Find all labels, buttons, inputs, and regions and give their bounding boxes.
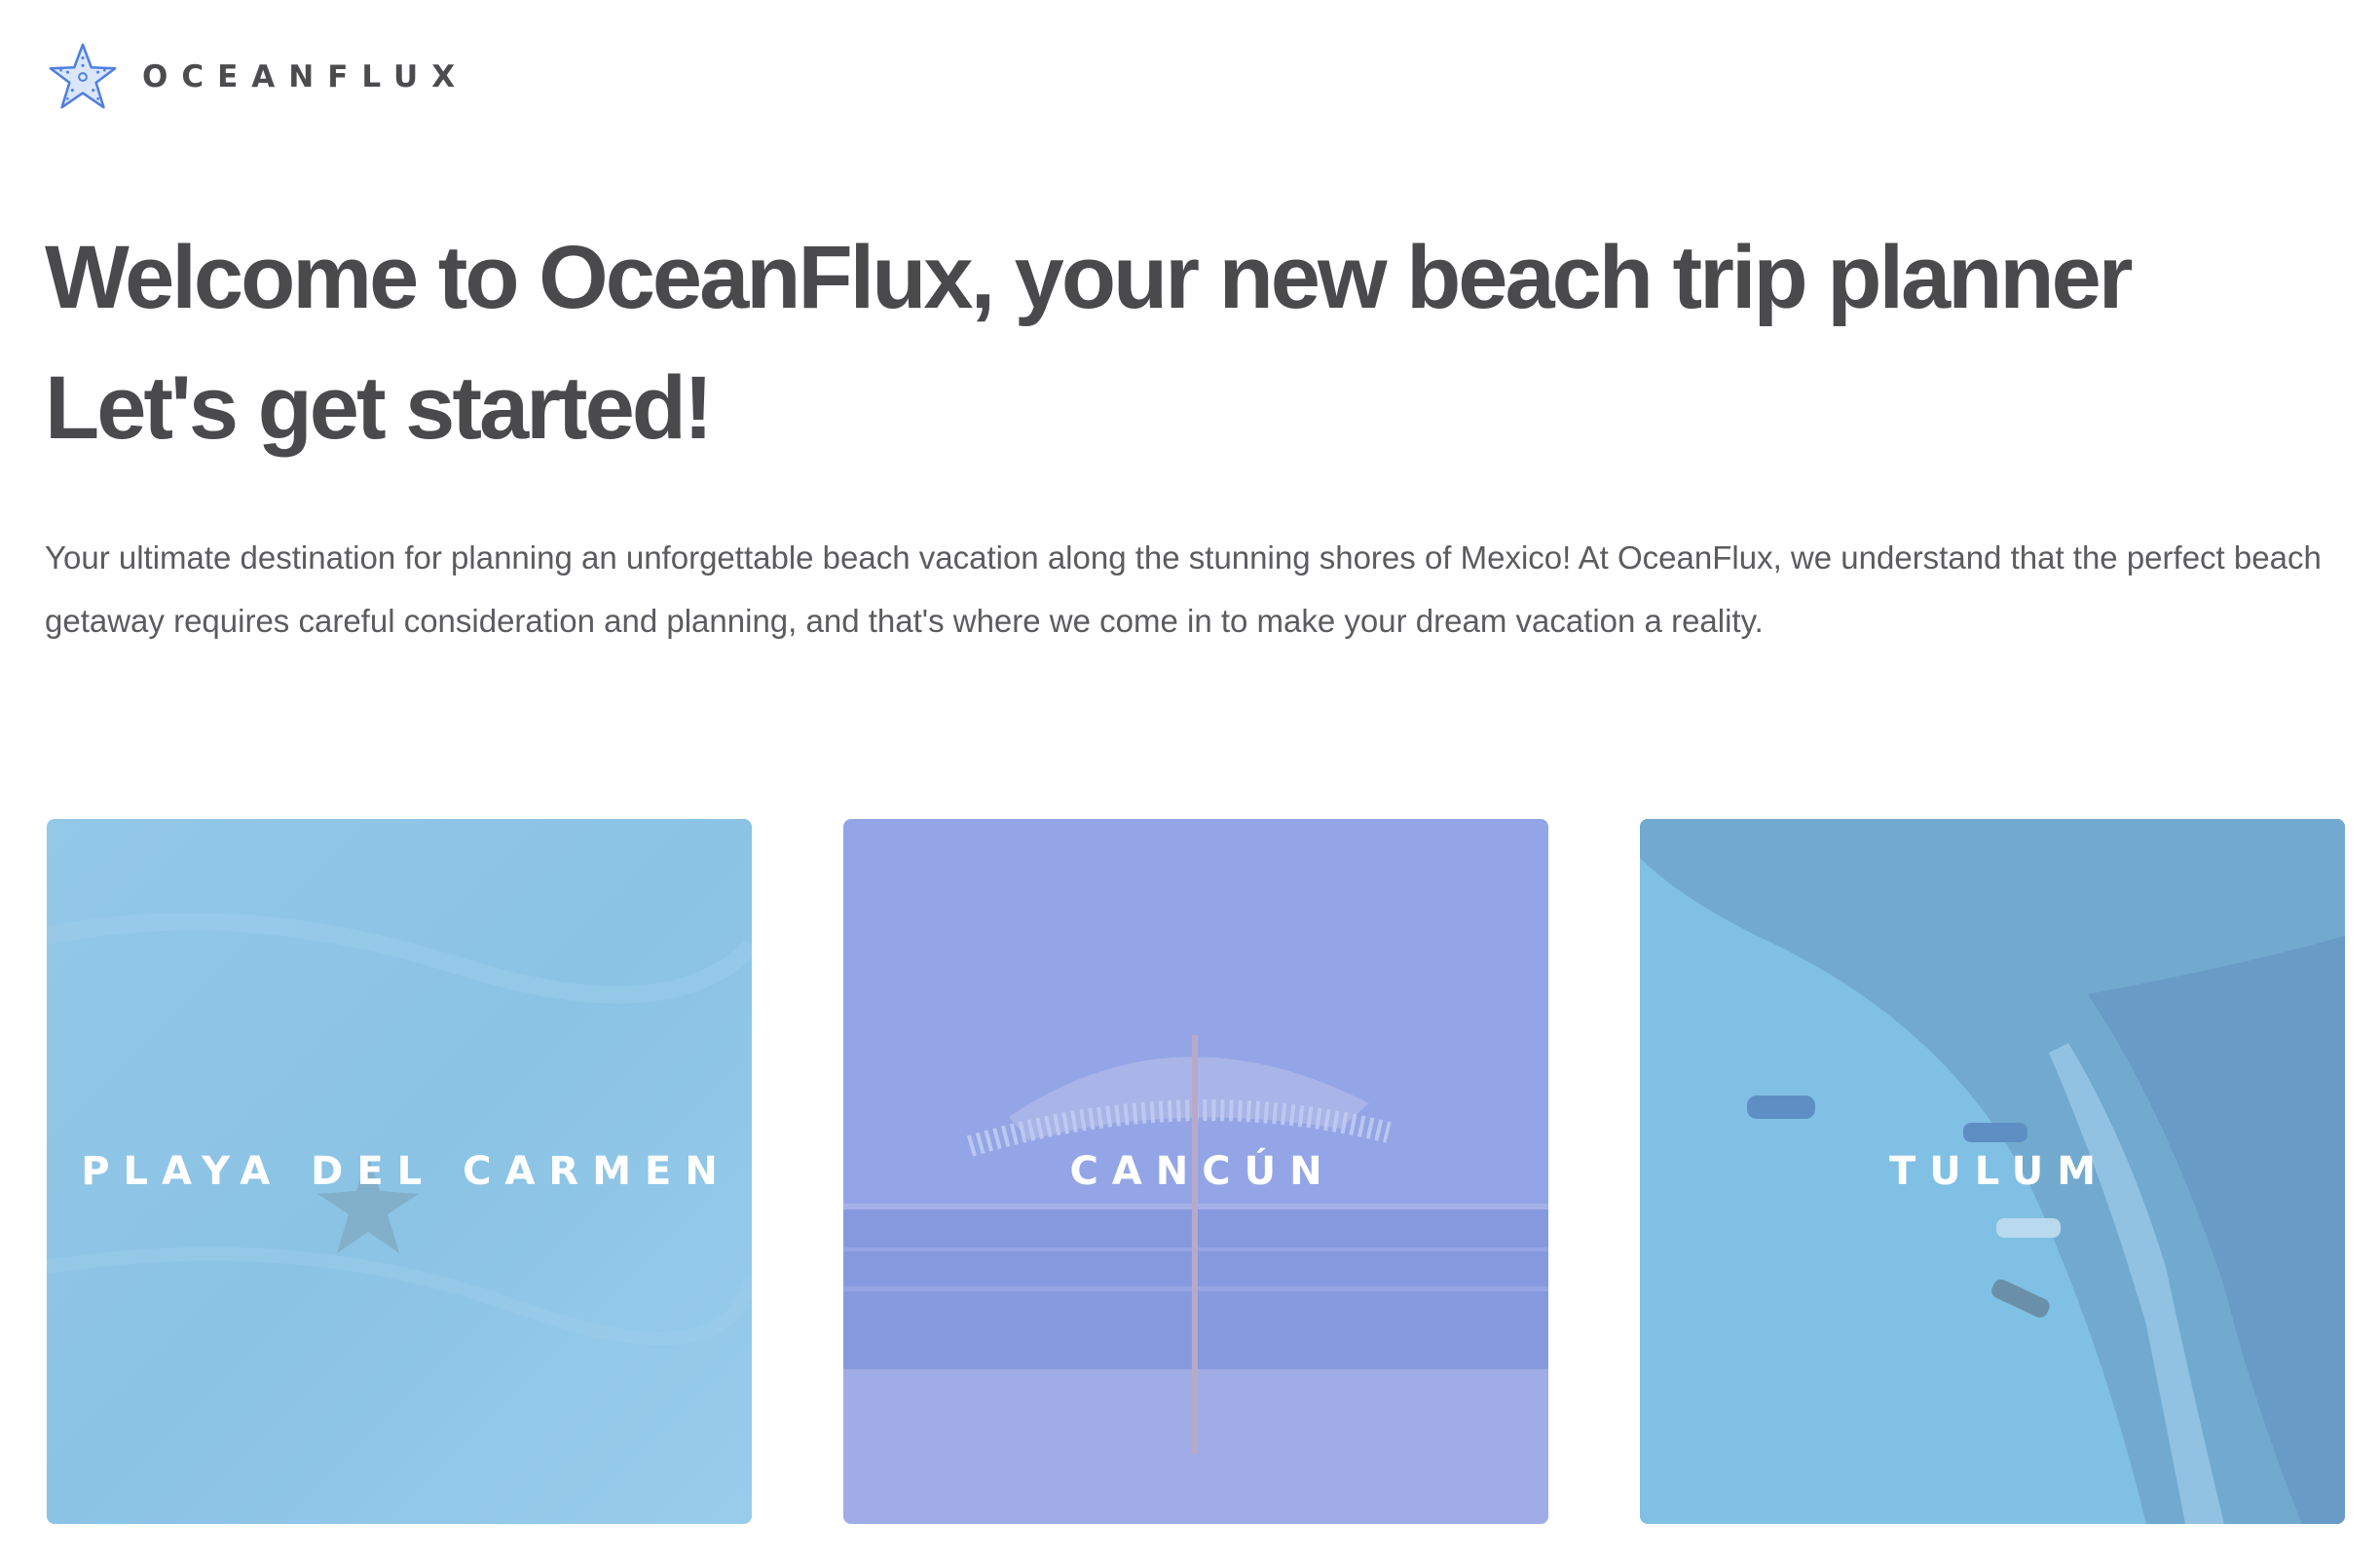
destination-card-cancun[interactable]: CANCÚN [843,819,1548,1524]
page-title: Welcome to OceanFlux, your new beach tri… [45,212,2343,473]
destination-label: TULUM [1888,1149,2110,1194]
destination-label: CANCÚN [1069,1149,1336,1194]
brand-header[interactable]: OCEANFLUX [45,39,468,115]
brand-name: OCEANFLUX [142,59,469,94]
destination-card-tulum[interactable]: TULUM [1640,819,2345,1524]
destination-label: PLAYA DEL CARMEN [81,1149,731,1194]
intro-paragraph: Your ultimate destination for planning a… [45,539,2322,639]
destination-cards: PLAYA DEL CARMEN CANCÚN TULUM [47,819,2345,1524]
page-title-line-1: Welcome to OceanFlux, your new beach tri… [45,228,2134,327]
starfish-icon [49,43,117,109]
page: OCEANFLUX Welcome to OceanFlux, your new… [0,0,2380,1560]
destination-card-playa-del-carmen[interactable]: PLAYA DEL CARMEN [47,819,752,1524]
page-title-line-2: Let's get started! [45,358,714,458]
